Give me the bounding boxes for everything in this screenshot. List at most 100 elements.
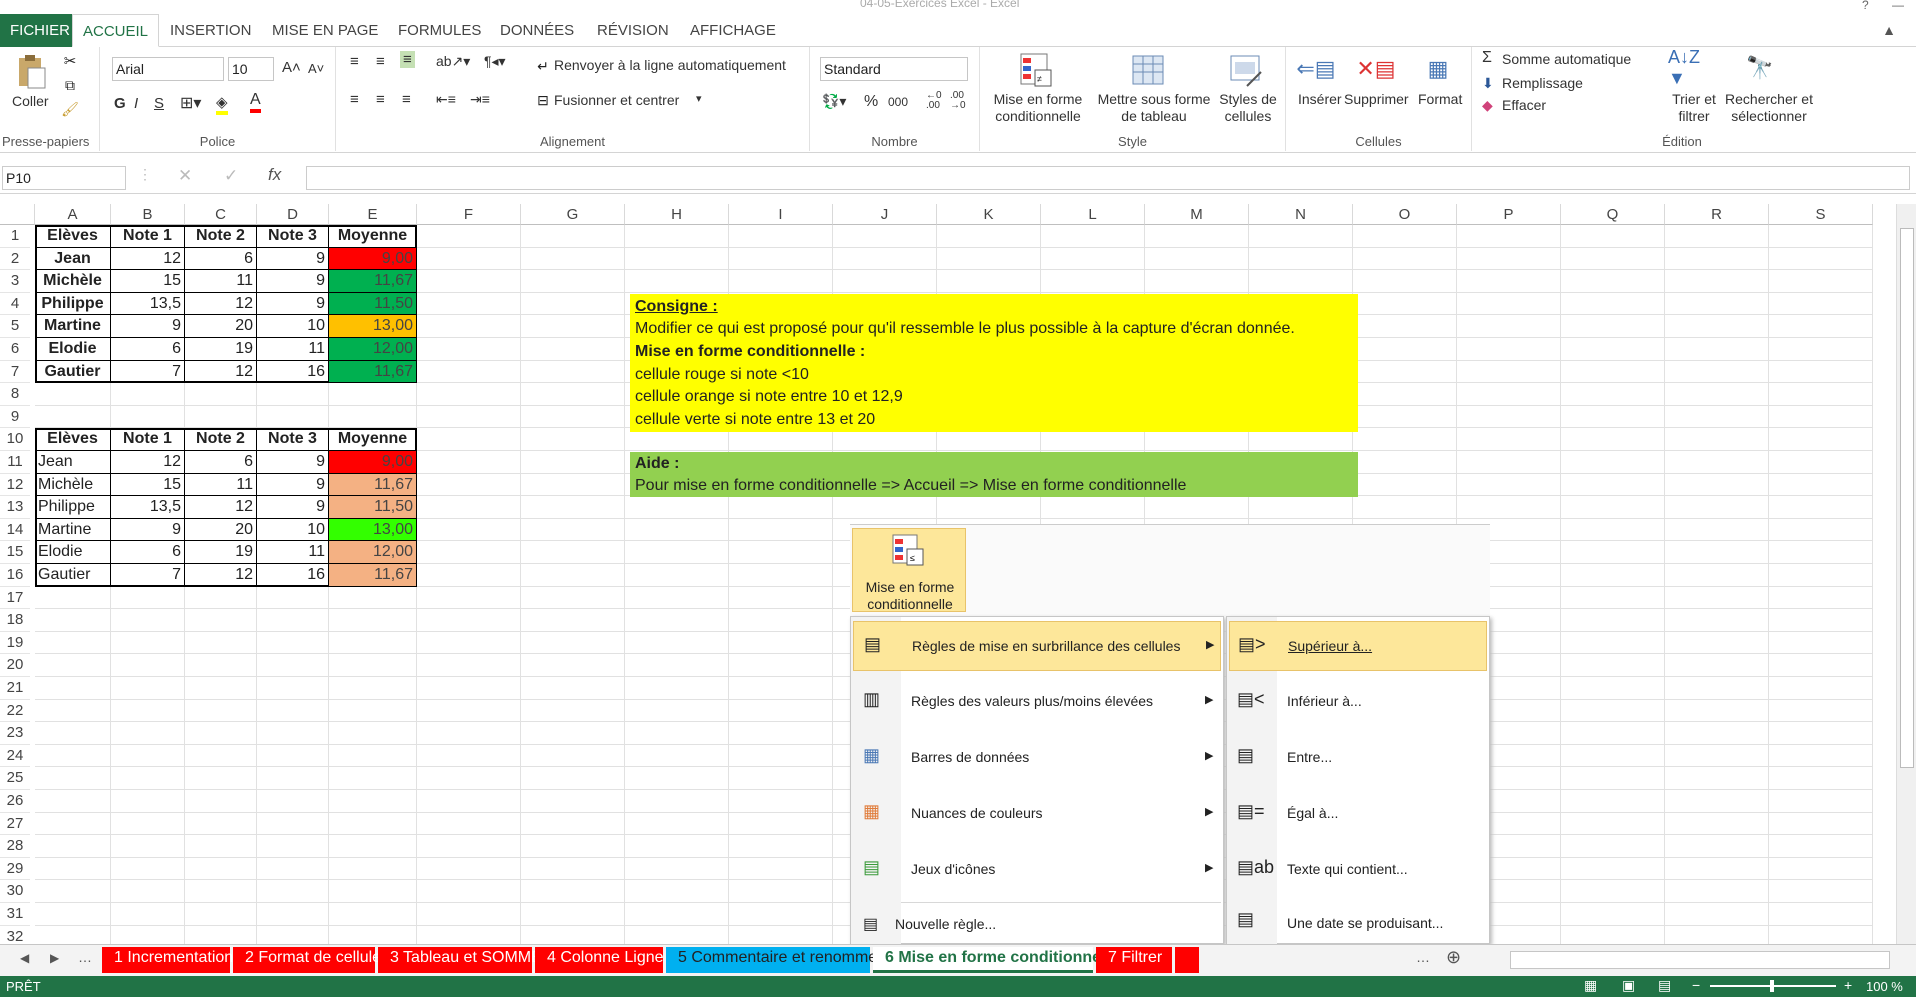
- table-format-icon[interactable]: [1130, 51, 1170, 91]
- table-format-button[interactable]: Mettre sous forme de tableau: [1092, 91, 1216, 125]
- cancel-icon[interactable]: ✕: [178, 166, 192, 186]
- sheet-tab[interactable]: 4 Colonne Ligne: [535, 947, 664, 973]
- menu-item-icon-sets[interactable]: ▤ Jeux d'icônes ▶: [853, 845, 1221, 895]
- column-header-a[interactable]: A: [35, 204, 111, 225]
- delete-cells-icon[interactable]: ✕▤: [1356, 51, 1396, 87]
- grade-cell[interactable]: 9: [257, 247, 329, 271]
- font-color-icon[interactable]: A: [250, 91, 261, 113]
- row-header-22[interactable]: 22: [0, 699, 30, 723]
- tab-page-layout[interactable]: MISE EN PAGE: [262, 14, 388, 47]
- grade-cell[interactable]: 16: [257, 564, 329, 587]
- row-header-4[interactable]: 4: [0, 292, 30, 316]
- column-header-i[interactable]: I: [729, 204, 833, 225]
- cond-format-button[interactable]: Mise en forme conditionnelle: [990, 91, 1086, 125]
- align-middle-icon[interactable]: ≡: [376, 53, 385, 70]
- thousands-button[interactable]: 000: [888, 95, 908, 109]
- new-sheet-icon[interactable]: ⊕: [1446, 947, 1461, 968]
- grade-cell[interactable]: 6: [111, 541, 185, 564]
- grade-cell[interactable]: 9: [111, 518, 185, 542]
- submenu-text-contains[interactable]: ▤ab Texte qui contient...: [1229, 845, 1487, 895]
- increase-indent-icon[interactable]: ⇥≡: [470, 91, 490, 108]
- normal-view-icon[interactable]: ▦: [1584, 977, 1597, 994]
- rtl-icon[interactable]: ¶◂▾: [484, 53, 506, 70]
- sort-filter-button[interactable]: Trier et filtrer: [1666, 91, 1722, 125]
- align-top-icon[interactable]: ≡: [350, 53, 359, 70]
- row-header-30[interactable]: 30: [0, 880, 30, 903]
- grade-cell[interactable]: 7: [111, 564, 185, 587]
- average-cell[interactable]: 11,67: [329, 564, 417, 587]
- column-header-n[interactable]: N: [1249, 204, 1353, 225]
- minimize-icon[interactable]: —: [1892, 0, 1904, 12]
- align-bottom-icon[interactable]: ≡: [400, 51, 415, 68]
- cut-icon[interactable]: ✂: [60, 51, 80, 71]
- grade-cell[interactable]: 11: [185, 473, 257, 497]
- header-cell[interactable]: Moyenne: [329, 428, 417, 451]
- row-header-12[interactable]: 12: [0, 473, 30, 497]
- row-header-26[interactable]: 26: [0, 790, 30, 813]
- header-cell[interactable]: Elèves: [35, 428, 111, 451]
- submenu-less-than[interactable]: ▤< Inférieur à...: [1229, 677, 1487, 727]
- italic-button[interactable]: I: [134, 95, 138, 112]
- row-header-11[interactable]: 11: [0, 451, 30, 474]
- student-name-cell[interactable]: Michèle: [35, 270, 111, 293]
- row-header-5[interactable]: 5: [0, 315, 30, 338]
- row-header-9[interactable]: 9: [0, 405, 30, 429]
- grade-cell[interactable]: 20: [185, 518, 257, 542]
- decrease-indent-icon[interactable]: ⇤≡: [436, 91, 456, 108]
- column-header-k[interactable]: K: [937, 204, 1041, 225]
- menu-item-highlight-rules[interactable]: ▤ Règles de mise en surbrillance des cel…: [853, 621, 1221, 671]
- font-name-select[interactable]: Arial: [112, 57, 224, 81]
- more-sheets-right-icon[interactable]: …: [1416, 949, 1430, 965]
- row-header-7[interactable]: 7: [0, 360, 30, 384]
- zoom-out-icon[interactable]: −: [1692, 977, 1700, 993]
- zoom-level[interactable]: 100 %: [1866, 979, 1903, 994]
- grade-cell[interactable]: 20: [185, 315, 257, 338]
- column-header-h[interactable]: H: [625, 204, 729, 225]
- student-name-cell[interactable]: Gautier: [35, 564, 111, 587]
- column-header-f[interactable]: F: [417, 204, 521, 225]
- average-cell[interactable]: 11,67: [329, 360, 417, 384]
- column-header-m[interactable]: M: [1145, 204, 1249, 225]
- column-header-c[interactable]: C: [185, 204, 257, 225]
- grade-cell[interactable]: 12: [185, 564, 257, 587]
- header-cell[interactable]: Note 1: [111, 428, 185, 451]
- tab-home[interactable]: ACCUEIL: [72, 14, 160, 47]
- grade-cell[interactable]: 9: [257, 270, 329, 293]
- cell-styles-icon[interactable]: [1226, 51, 1266, 91]
- student-name-cell[interactable]: Martine: [35, 315, 111, 338]
- row-header-25[interactable]: 25: [0, 767, 30, 790]
- decrease-decimal-icon[interactable]: .00 →0: [950, 91, 966, 111]
- wrap-text-button[interactable]: Renvoyer à la ligne automatiquement: [554, 57, 786, 73]
- student-name-cell[interactable]: Gautier: [35, 360, 111, 384]
- tab-data[interactable]: DONNÉES: [490, 14, 584, 47]
- header-cell[interactable]: Note 2: [185, 428, 257, 451]
- clear-button[interactable]: Effacer: [1502, 97, 1546, 113]
- grade-cell[interactable]: 12: [111, 247, 185, 271]
- column-header-b[interactable]: B: [111, 204, 185, 225]
- student-name-cell[interactable]: Michèle: [35, 473, 111, 497]
- header-cell[interactable]: Note 3: [257, 428, 329, 451]
- column-header-d[interactable]: D: [257, 204, 329, 225]
- enter-icon[interactable]: ✓: [224, 166, 238, 186]
- page-layout-view-icon[interactable]: ▣: [1622, 977, 1635, 994]
- sheet-tab[interactable]: 7 Filtrer: [1096, 947, 1172, 973]
- row-header-31[interactable]: 31: [0, 903, 30, 926]
- grade-cell[interactable]: 15: [111, 270, 185, 293]
- menu-item-new-rule[interactable]: ▤ Nouvelle règle...: [853, 909, 1221, 939]
- row-header-27[interactable]: 27: [0, 812, 30, 836]
- zoom-slider-thumb[interactable]: [1770, 980, 1774, 992]
- average-cell[interactable]: 9,00: [329, 451, 417, 474]
- average-cell[interactable]: 12,00: [329, 541, 417, 564]
- orientation-icon[interactable]: ab↗▾: [436, 53, 470, 70]
- zoom-slider[interactable]: [1710, 980, 1836, 992]
- column-header-j[interactable]: J: [833, 204, 937, 225]
- zoom-in-icon[interactable]: +: [1844, 977, 1852, 993]
- sheet-tab[interactable]: 3 Tableau et SOMME: [378, 947, 542, 973]
- spreadsheet-grid[interactable]: ABCDEFGHIJKLMNOPQRS 1 2 3 4 5 6 7 8 9 10 11 12 13 14 1…: [0, 204, 1916, 944]
- row-header-24[interactable]: 24: [0, 744, 30, 768]
- page-break-view-icon[interactable]: ▤: [1658, 977, 1671, 994]
- row-header-19[interactable]: 19: [0, 631, 30, 655]
- submenu-equal-to[interactable]: ▤= Égal à...: [1229, 789, 1487, 839]
- decrease-font-icon[interactable]: A˅: [308, 61, 324, 76]
- row-header-23[interactable]: 23: [0, 722, 30, 745]
